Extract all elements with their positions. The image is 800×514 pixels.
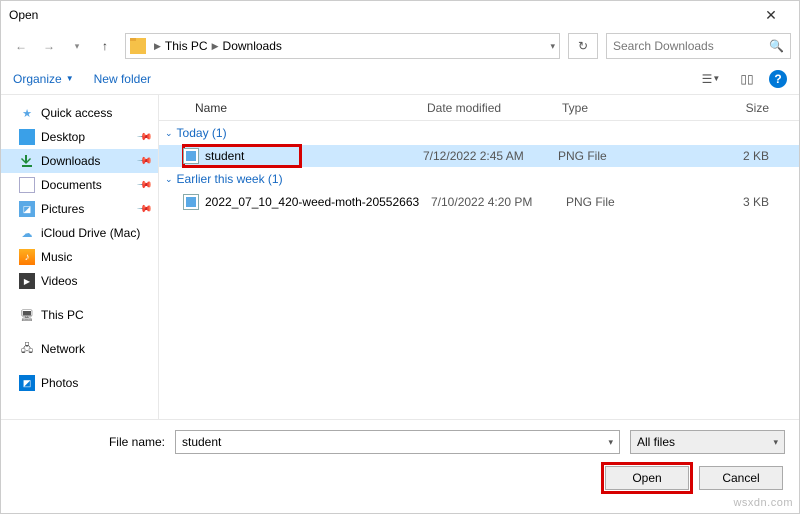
sidebar-documents[interactable]: Documents 📌 (1, 173, 158, 197)
network-icon: 🖧 (19, 341, 35, 357)
download-icon (19, 153, 35, 169)
column-name[interactable]: Name (195, 101, 427, 115)
file-name: student (205, 149, 295, 163)
file-type: PNG File (558, 149, 654, 163)
cloud-icon: ☁ (19, 225, 35, 241)
organize-menu[interactable]: Organize ▼ (13, 72, 74, 86)
search-input[interactable]: Search Downloads 🔍 (606, 33, 791, 59)
document-icon (19, 177, 35, 193)
close-button[interactable]: ✕ (751, 1, 791, 29)
file-name: 2022_07_10_420-weed-moth-20552663 (205, 195, 431, 209)
sidebar-item-label: This PC (41, 308, 84, 322)
group-label: Earlier this week (1) (177, 172, 283, 186)
sidebar-item-label: Music (41, 250, 72, 264)
file-icon (183, 194, 199, 210)
help-icon[interactable]: ? (769, 70, 787, 88)
chevron-right-icon: ▶ (154, 41, 161, 52)
chevron-right-icon: ▶ (212, 41, 219, 52)
sidebar-icloud[interactable]: ☁ iCloud Drive (Mac) (1, 221, 158, 245)
pin-icon: 📌 (135, 201, 152, 218)
sidebar-network[interactable]: 🖧 Network (1, 337, 158, 361)
star-icon: ★ (19, 105, 35, 121)
pictures-icon: ◪ (19, 201, 35, 217)
pc-icon: 🖥 (19, 307, 35, 323)
sidebar-photos[interactable]: ◩ Photos (1, 371, 158, 395)
file-row[interactable]: student 7/12/2022 2:45 AM PNG File 2 KB (159, 145, 799, 167)
folder-icon (130, 38, 146, 54)
pin-icon: 📌 (135, 177, 152, 194)
sidebar-item-label: Documents (41, 178, 102, 192)
chevron-down-icon: ▾ (773, 437, 778, 448)
sidebar-item-label: Network (41, 342, 85, 356)
group-label: Today (1) (177, 126, 227, 140)
sidebar: ★ Quick access Desktop 📌 Downloads 📌 Doc… (1, 95, 159, 419)
filename-value: student (182, 435, 221, 449)
organize-label: Organize (13, 72, 62, 86)
file-size: 3 KB (662, 195, 799, 209)
sidebar-item-label: Photos (41, 376, 78, 390)
video-icon: ▶ (19, 273, 35, 289)
column-size[interactable]: Size (658, 101, 799, 115)
sidebar-item-label: iCloud Drive (Mac) (41, 226, 140, 240)
view-options-button[interactable]: ☰ ▼ (697, 68, 725, 90)
breadcrumb-root[interactable]: This PC (165, 39, 208, 53)
address-dropdown-icon[interactable]: ▾ (550, 41, 555, 52)
pin-icon: 📌 (135, 129, 152, 146)
breadcrumb-folder[interactable]: Downloads (223, 39, 282, 53)
open-button[interactable]: Open (605, 466, 689, 490)
sidebar-item-label: Desktop (41, 130, 85, 144)
file-type: PNG File (566, 195, 662, 209)
sidebar-item-label: Videos (41, 274, 77, 288)
sidebar-item-label: Pictures (41, 202, 84, 216)
file-size: 2 KB (654, 149, 799, 163)
group-earlier[interactable]: ⌄ Earlier this week (1) (159, 167, 799, 191)
group-today[interactable]: ⌄ Today (1) (159, 121, 799, 145)
cancel-button[interactable]: Cancel (699, 466, 783, 490)
photos-icon: ◩ (19, 375, 35, 391)
filename-input[interactable]: student ▾ (175, 430, 620, 454)
pin-icon: 📌 (135, 153, 152, 170)
music-icon: ♪ (19, 249, 35, 265)
chevron-down-icon: ▾ (608, 437, 613, 448)
file-date: 7/10/2022 4:20 PM (431, 195, 566, 209)
sidebar-quick-access[interactable]: ★ Quick access (1, 101, 158, 125)
chevron-down-icon: ⌄ (165, 128, 173, 139)
chevron-down-icon: ▼ (66, 74, 74, 83)
new-folder-button[interactable]: New folder (94, 72, 151, 86)
search-icon: 🔍 (769, 39, 784, 53)
sidebar-this-pc[interactable]: 🖥 This PC (1, 303, 158, 327)
file-date: 7/12/2022 2:45 AM (423, 149, 558, 163)
address-bar[interactable]: ▶ This PC ▶ Downloads ▾ (125, 33, 560, 59)
column-type[interactable]: Type (562, 101, 658, 115)
up-button[interactable]: ↑ (93, 34, 117, 58)
back-button[interactable]: ← (9, 34, 33, 58)
desktop-icon (19, 129, 35, 145)
recent-dropdown[interactable]: ▾ (65, 34, 89, 58)
sidebar-item-label: Downloads (41, 154, 100, 168)
chevron-down-icon: ⌄ (165, 174, 173, 185)
filetype-filter[interactable]: All files ▾ (630, 430, 785, 454)
file-icon (183, 148, 199, 164)
sidebar-downloads[interactable]: Downloads 📌 (1, 149, 158, 173)
sidebar-videos[interactable]: ▶ Videos (1, 269, 158, 293)
search-placeholder: Search Downloads (613, 39, 714, 53)
sidebar-item-label: Quick access (41, 106, 112, 120)
column-headers: Name Date modified Type Size (159, 95, 799, 121)
file-row[interactable]: 2022_07_10_420-weed-moth-20552663 7/10/2… (159, 191, 799, 213)
filename-label: File name: (15, 435, 165, 449)
preview-pane-button[interactable]: ▯▯ (733, 68, 761, 90)
dialog-title: Open (9, 8, 751, 22)
column-date[interactable]: Date modified (427, 101, 562, 115)
refresh-button[interactable]: ↻ (568, 33, 598, 59)
file-list: Name Date modified Type Size ⌄ Today (1)… (159, 95, 799, 419)
forward-button[interactable]: → (37, 34, 61, 58)
filter-label: All files (637, 435, 675, 449)
sidebar-music[interactable]: ♪ Music (1, 245, 158, 269)
sidebar-desktop[interactable]: Desktop 📌 (1, 125, 158, 149)
sidebar-pictures[interactable]: ◪ Pictures 📌 (1, 197, 158, 221)
